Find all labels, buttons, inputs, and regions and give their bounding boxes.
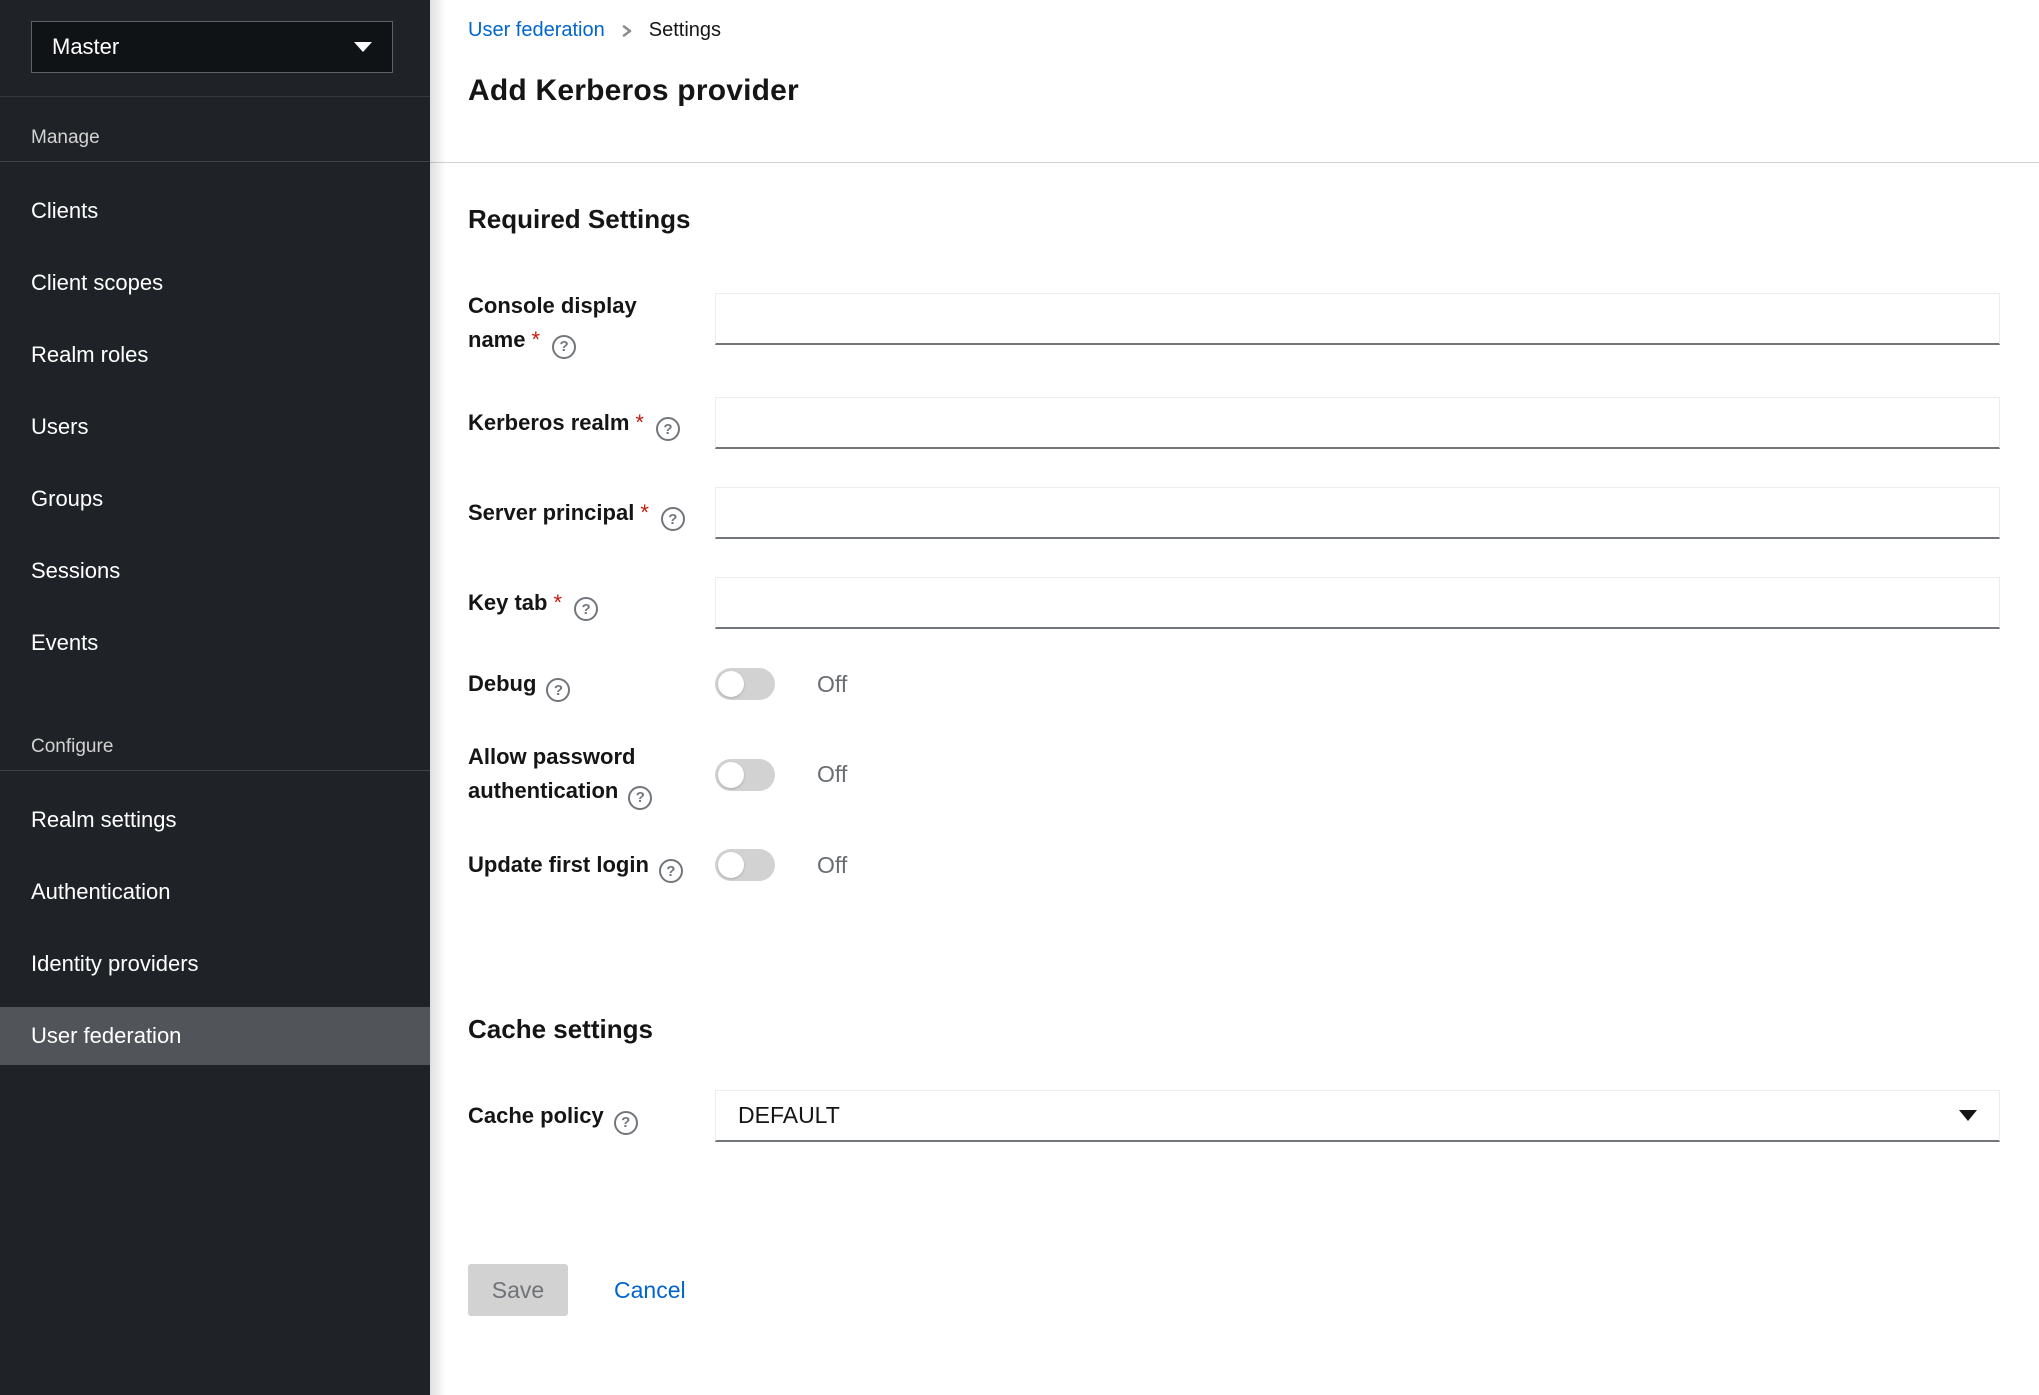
breadcrumb-link-user-federation[interactable]: User federation <box>468 19 605 42</box>
help-icon[interactable]: ? <box>552 335 576 359</box>
toggle-knob <box>718 671 744 697</box>
toggle-state-label: Off <box>817 761 847 788</box>
nav-section-label: Configure <box>0 686 430 770</box>
nav-list: Clients Client scopes Realm roles Users … <box>0 182 430 672</box>
help-icon[interactable]: ? <box>659 859 683 883</box>
nav-section-label: Manage <box>0 97 430 161</box>
header-divider <box>430 162 2039 163</box>
breadcrumb: User federation Settings <box>468 0 2000 42</box>
form-row-cache-policy: Cache policy? DEFAULT <box>468 1090 2000 1142</box>
sidebar-header: Master <box>0 0 430 97</box>
form-row-kerberos-realm: Kerberos realm*? <box>468 397 2000 449</box>
field-label: Allow password authentication? <box>468 740 715 810</box>
cache-settings-heading: Cache settings <box>468 1014 2000 1045</box>
sidebar-item-user-federation[interactable]: User federation <box>0 1007 430 1065</box>
sidebar-item-users[interactable]: Users <box>0 398 430 456</box>
sidebar-item-client-scopes[interactable]: Client scopes <box>0 254 430 312</box>
save-button[interactable]: Save <box>468 1264 568 1316</box>
nav-section-configure: Configure Realm settings Authentication … <box>0 686 430 1079</box>
field-label: Kerberos realm*? <box>468 397 715 449</box>
help-icon[interactable]: ? <box>574 597 598 621</box>
allow-password-authentication-toggle[interactable] <box>715 759 775 791</box>
nav-list: Realm settings Authentication Identity p… <box>0 791 430 1065</box>
field-label: Console display name*? <box>468 280 715 359</box>
kerberos-realm-input[interactable] <box>715 397 2000 449</box>
server-principal-input[interactable] <box>715 487 2000 539</box>
toggle-knob <box>718 852 744 878</box>
breadcrumb-current: Settings <box>649 19 721 42</box>
sidebar-item-clients[interactable]: Clients <box>0 182 430 240</box>
caret-down-icon <box>354 42 372 52</box>
form-row-console-display-name: Console display name*? <box>468 280 2000 359</box>
field-label-text: Key tab <box>468 590 547 615</box>
nav-section-divider <box>0 770 430 771</box>
field-label-text: Cache policy <box>468 1103 604 1128</box>
toggle-knob <box>718 762 744 788</box>
sidebar-item-sessions[interactable]: Sessions <box>0 542 430 600</box>
realm-selector-value: Master <box>52 34 119 60</box>
form-row-key-tab: Key tab*? <box>468 577 2000 629</box>
required-asterisk: * <box>640 500 649 525</box>
sidebar-item-events[interactable]: Events <box>0 614 430 672</box>
field-label: Server principal*? <box>468 487 715 539</box>
required-settings-heading: Required Settings <box>468 204 2000 235</box>
field-label-text: Debug <box>468 671 536 696</box>
form-row-allow-password-authentication: Allow password authentication? Off <box>468 740 2000 810</box>
nav-section-divider <box>0 161 430 162</box>
field-label: Update first login? <box>468 848 715 884</box>
help-icon[interactable]: ? <box>614 1111 638 1135</box>
form-row-server-principal: Server principal*? <box>468 487 2000 539</box>
cache-policy-select[interactable]: DEFAULT <box>715 1090 2000 1142</box>
realm-selector-dropdown[interactable]: Master <box>31 21 393 73</box>
field-label-text: Server principal <box>468 500 634 525</box>
field-label: Debug? <box>468 667 715 703</box>
update-first-login-toggle[interactable] <box>715 849 775 881</box>
toggle-state-label: Off <box>817 852 847 879</box>
sidebar-item-authentication[interactable]: Authentication <box>0 863 430 921</box>
form-row-debug: Debug? Off <box>468 667 2000 703</box>
field-label: Cache policy? <box>468 1090 715 1142</box>
sidebar-item-realm-settings[interactable]: Realm settings <box>0 791 430 849</box>
nav-section-manage: Manage Clients Client scopes Realm roles… <box>0 97 430 686</box>
sidebar: Master Manage Clients Client scopes Real… <box>0 0 430 1395</box>
toggle-state-label: Off <box>817 671 847 698</box>
required-asterisk: * <box>553 590 562 615</box>
form-row-update-first-login: Update first login? Off <box>468 848 2000 884</box>
sidebar-item-realm-roles[interactable]: Realm roles <box>0 326 430 384</box>
form-actions: Save Cancel <box>468 1264 2000 1316</box>
field-label-text: Allow password authentication <box>468 744 635 803</box>
breadcrumb-chevron-icon <box>620 23 634 39</box>
required-asterisk: * <box>531 327 540 352</box>
cache-policy-selected-value: DEFAULT <box>738 1102 840 1129</box>
field-label-text: Update first login <box>468 852 649 877</box>
page-title: Add Kerberos provider <box>468 74 2000 108</box>
help-icon[interactable]: ? <box>546 678 570 702</box>
field-label: Key tab*? <box>468 577 715 629</box>
field-label-text: Kerberos realm <box>468 410 629 435</box>
console-display-name-input[interactable] <box>715 293 2000 345</box>
help-icon[interactable]: ? <box>656 417 680 441</box>
required-asterisk: * <box>635 410 644 435</box>
app-window: Master Manage Clients Client scopes Real… <box>0 0 2039 1395</box>
debug-toggle[interactable] <box>715 668 775 700</box>
sidebar-item-identity-providers[interactable]: Identity providers <box>0 935 430 993</box>
help-icon[interactable]: ? <box>661 507 685 531</box>
cancel-link[interactable]: Cancel <box>614 1277 686 1304</box>
caret-down-icon <box>1959 1110 1977 1121</box>
sidebar-item-groups[interactable]: Groups <box>0 470 430 528</box>
help-icon[interactable]: ? <box>628 786 652 810</box>
main-content: User federation Settings Add Kerberos pr… <box>430 0 2039 1395</box>
key-tab-input[interactable] <box>715 577 2000 629</box>
